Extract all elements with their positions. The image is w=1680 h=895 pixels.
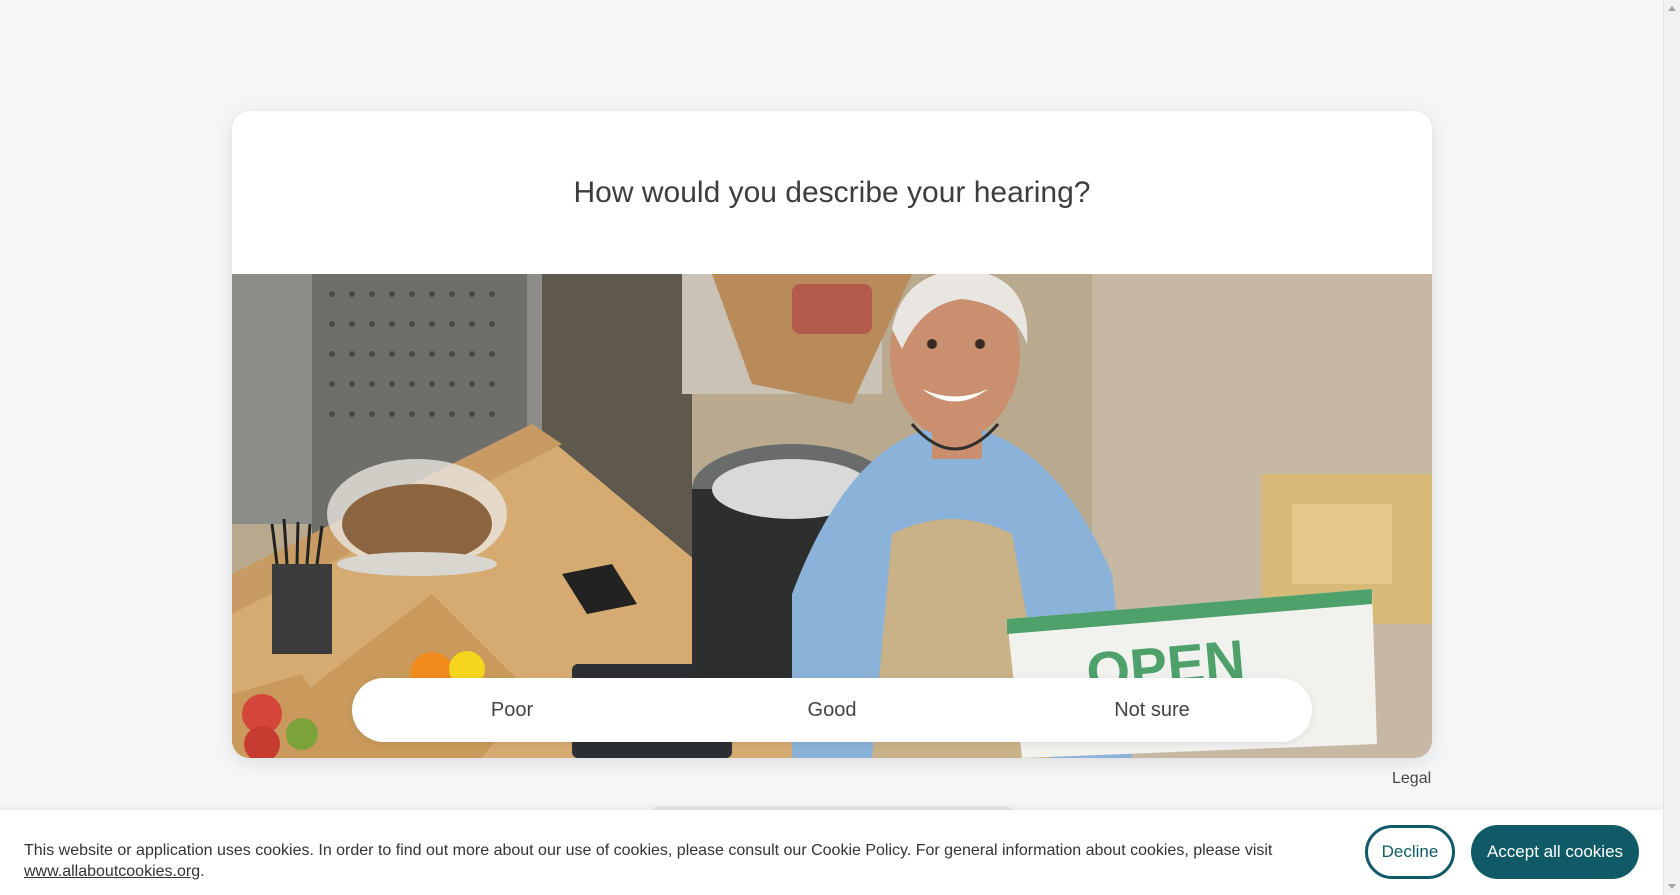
- legal-link[interactable]: Legal: [1392, 770, 1431, 788]
- question-title: How would you describe your hearing?: [573, 175, 1091, 209]
- vertical-scrollbar[interactable]: [1663, 0, 1680, 895]
- survey-card: How would you describe your hearing? OPE…: [232, 111, 1432, 758]
- accept-cookies-button[interactable]: Accept all cookies: [1471, 825, 1639, 879]
- cookie-message-text: This website or application uses cookies…: [24, 842, 1273, 859]
- cookie-banner: This website or application uses cookies…: [0, 810, 1663, 895]
- cookie-message-suffix: .: [200, 863, 205, 880]
- cookie-info-link[interactable]: www.allaboutcookies.org: [24, 863, 200, 880]
- decline-cookies-button[interactable]: Decline: [1365, 825, 1455, 879]
- scroll-down-icon[interactable]: [1668, 884, 1676, 889]
- answer-options: Poor Good Not sure: [352, 678, 1312, 742]
- scroll-up-icon[interactable]: [1668, 6, 1676, 11]
- answer-not-sure[interactable]: Not sure: [992, 678, 1312, 742]
- cookie-message: This website or application uses cookies…: [24, 840, 1324, 882]
- answer-good[interactable]: Good: [672, 678, 992, 742]
- answer-poor[interactable]: Poor: [352, 678, 672, 742]
